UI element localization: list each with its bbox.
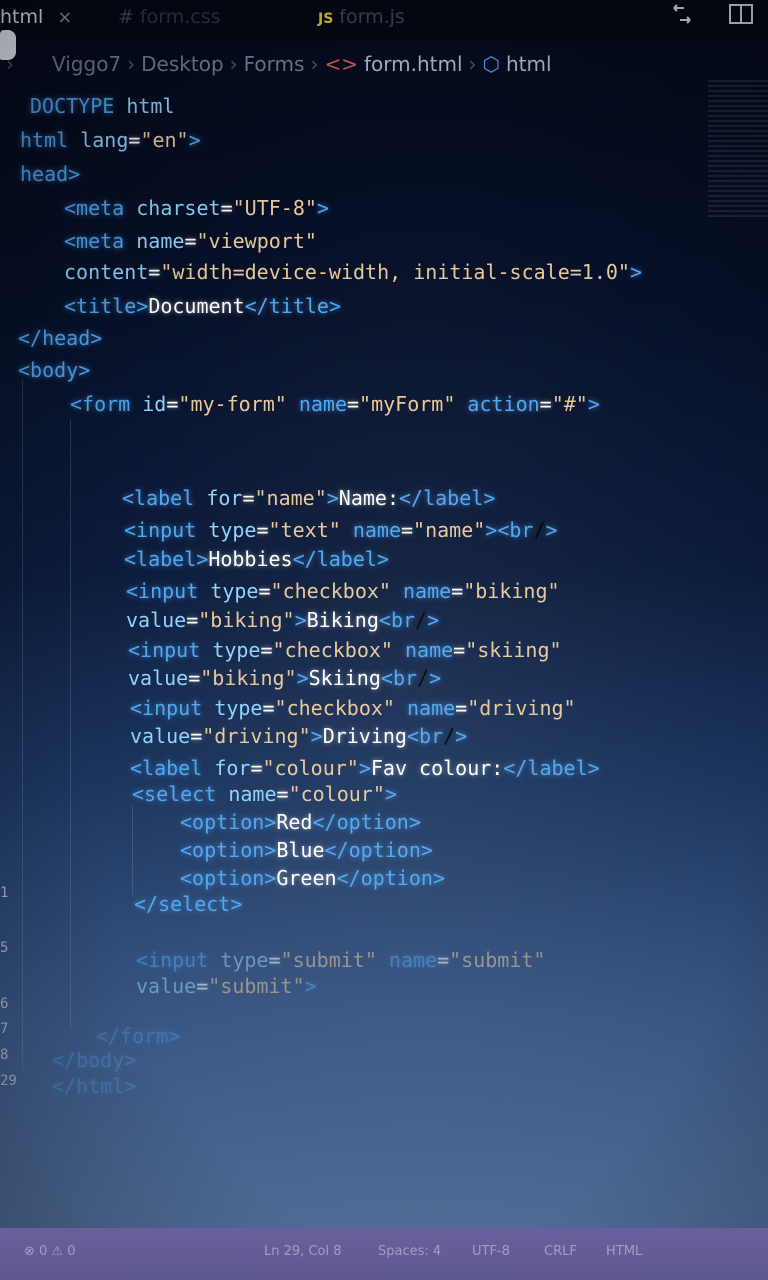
line-number: 29 <box>0 1073 17 1089</box>
indentation[interactable]: Spaces: 4 <box>378 1244 441 1259</box>
code-line[interactable]: <input type="text" name="name"><br/> <box>124 518 558 542</box>
breadcrumb-form-html[interactable]: form.html <box>364 52 463 76</box>
cursor-position[interactable]: Ln 29, Col 8 <box>264 1244 341 1259</box>
code-line[interactable]: <input type="submit" name="submit" <box>136 948 545 972</box>
code-line[interactable]: value="driving">Driving<br/> <box>130 724 467 748</box>
element-cube-icon: ⬡ <box>482 52 500 76</box>
breadcrumb: › Viggo7 › Desktop › Forms › <> form.html › ⬡ html <box>6 52 552 76</box>
close-icon[interactable]: × <box>57 7 72 28</box>
code-line[interactable]: </select> <box>134 892 242 916</box>
minimap[interactable] <box>708 80 768 220</box>
line-endings[interactable]: CRLF <box>544 1244 577 1259</box>
indent-guide <box>22 380 23 1070</box>
tab-form-css[interactable]: # form.css <box>118 6 221 28</box>
split-editor-icon[interactable] <box>728 2 754 31</box>
language-mode[interactable]: HTML <box>606 1244 642 1259</box>
code-line[interactable]: value="biking">Biking<br/> <box>126 608 439 632</box>
code-line[interactable]: <option>Green</option> <box>180 866 445 890</box>
code-line[interactable]: DOCTYPE html <box>30 94 175 118</box>
tab-form-js[interactable]: JS form.js <box>318 6 405 28</box>
code-line[interactable]: <body> <box>18 358 90 382</box>
code-line[interactable]: <input type="checkbox" name="biking" <box>126 579 560 603</box>
js-file-icon: JS <box>318 11 334 27</box>
status-bar: ⊗ 0 ⚠ 0 Ln 29, Col 8 Spaces: 4 UTF-8 CRL… <box>0 1228 768 1280</box>
tab-bar: html × # form.css JS form.js <box>0 0 768 40</box>
breadcrumb-html[interactable]: html <box>506 52 552 76</box>
tab-label: html <box>0 6 44 28</box>
encoding[interactable]: UTF-8 <box>472 1244 510 1259</box>
code-line[interactable]: </html> <box>52 1074 136 1098</box>
code-line[interactable]: <form id="my-form" name="myForm" action=… <box>70 392 600 416</box>
split-compare-icon[interactable] <box>670 2 694 31</box>
code-line[interactable]: <input type="checkbox" name="driving" <box>130 696 576 720</box>
indent-guide <box>132 805 133 895</box>
tab-label: form.js <box>339 6 405 28</box>
code-line[interactable]: <meta name="viewport" <box>64 229 317 253</box>
breadcrumb-forms[interactable]: Forms <box>244 52 305 76</box>
breadcrumb-viggo7[interactable]: Viggo7 <box>52 52 121 76</box>
problems-indicator[interactable]: ⊗ 0 ⚠ 0 <box>24 1244 76 1259</box>
code-line[interactable]: <label>Hobbies</label> <box>124 547 389 571</box>
line-number: 8 <box>0 1047 9 1063</box>
code-line[interactable]: html lang="en"> <box>20 128 201 152</box>
breadcrumb-desktop[interactable]: Desktop <box>141 52 223 76</box>
code-line[interactable]: value="biking">Skiing<br/> <box>128 666 441 690</box>
code-line[interactable]: <meta charset="UTF-8"> <box>64 196 329 220</box>
code-line[interactable]: head> <box>20 162 80 186</box>
code-line[interactable]: </body> <box>52 1048 136 1072</box>
tab-label: form.css <box>139 6 221 28</box>
code-line[interactable]: <option>Blue</option> <box>180 838 433 862</box>
css-file-icon: # <box>118 6 134 28</box>
code-line[interactable]: <input type="checkbox" name="skiing" <box>128 638 562 662</box>
code-line[interactable]: <label for="colour">Fav colour:</label> <box>130 756 600 780</box>
code-line[interactable]: <select name="colour"> <box>132 782 397 806</box>
line-number: 6 <box>0 996 9 1012</box>
line-number: 1 <box>0 885 9 901</box>
line-number: 7 <box>0 1021 9 1037</box>
indent-guide <box>70 420 71 1030</box>
line-number: 5 <box>0 940 9 956</box>
code-line[interactable]: <option>Red</option> <box>180 810 421 834</box>
html-tag-icon: <> <box>324 52 358 76</box>
code-line[interactable]: </head> <box>18 326 102 350</box>
code-line[interactable]: content="width=device-width, initial-sca… <box>64 260 642 284</box>
tab-form-html[interactable]: html × <box>0 6 72 28</box>
code-line[interactable]: </form> <box>96 1024 180 1048</box>
code-line[interactable]: value="submit"> <box>136 974 317 998</box>
code-line[interactable]: <label for="name">Name:</label> <box>122 486 495 510</box>
code-line[interactable]: <title>Document</title> <box>64 294 341 318</box>
